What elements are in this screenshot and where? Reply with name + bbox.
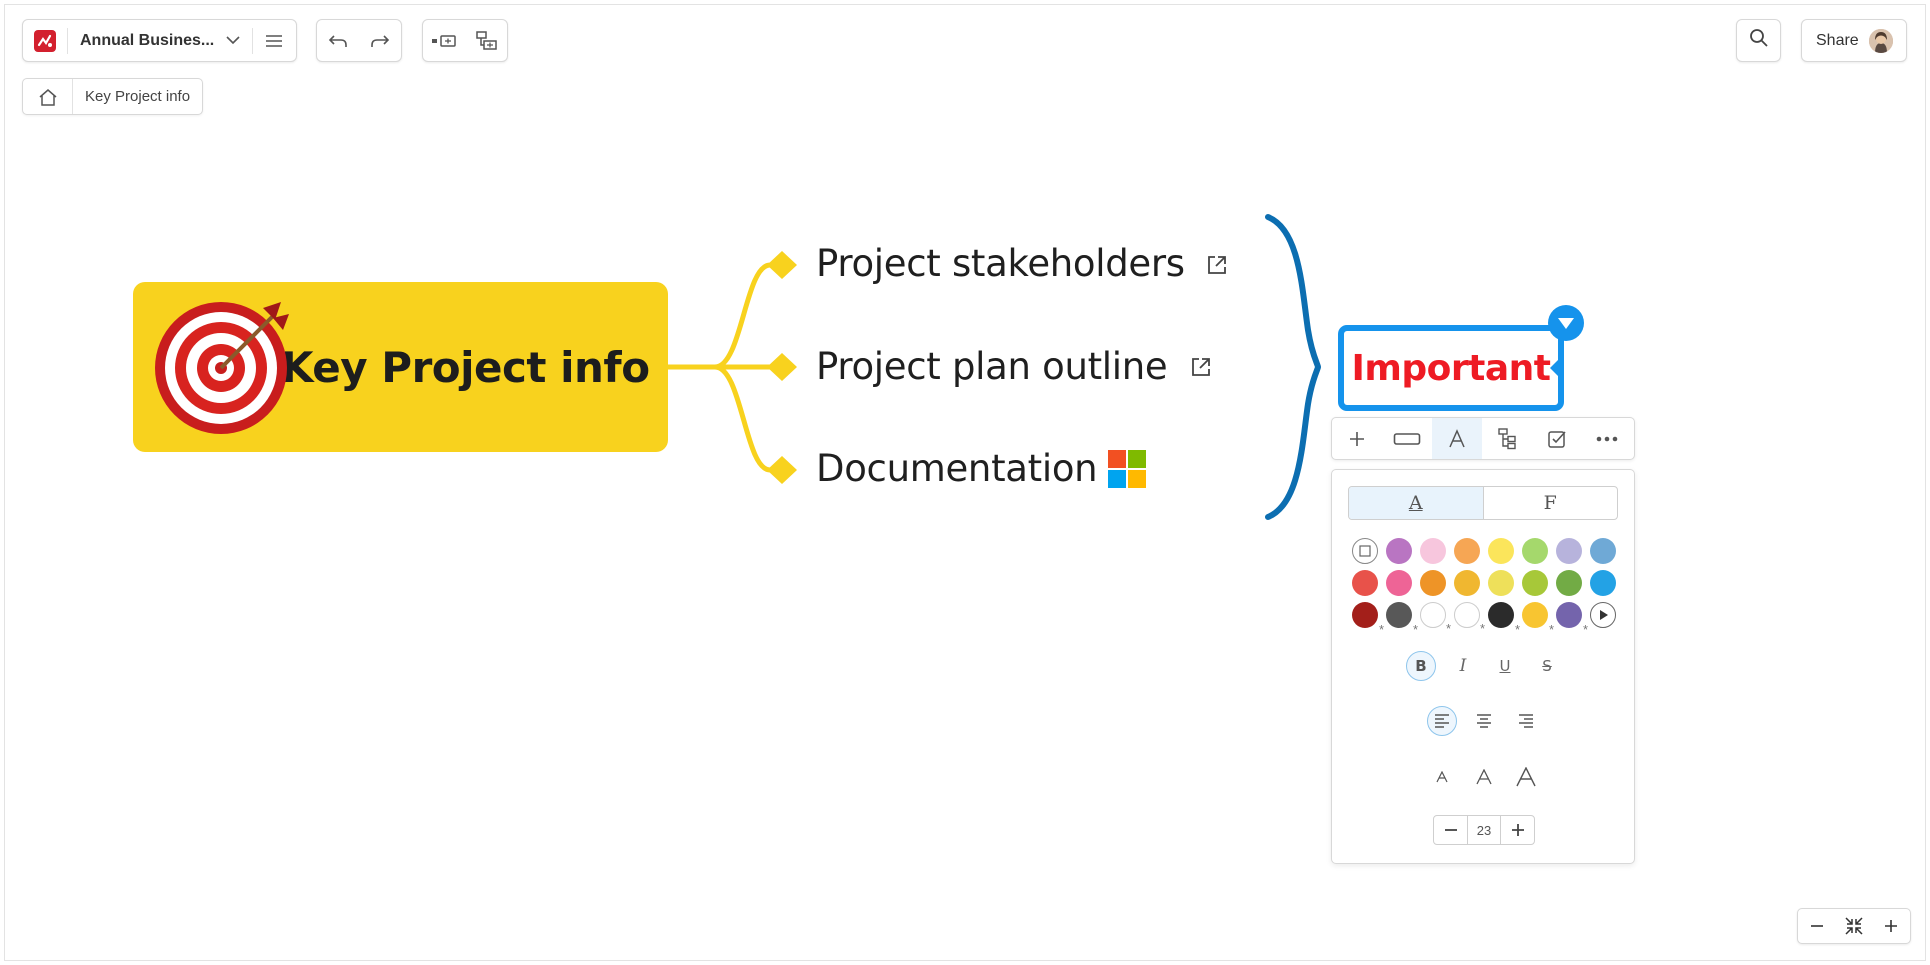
more-colors-play-icon[interactable] [1590, 602, 1616, 628]
bold-button[interactable]: B [1406, 651, 1436, 681]
color-swatch[interactable] [1590, 570, 1616, 596]
topic-toolbar [1331, 417, 1635, 460]
color-swatch[interactable] [1420, 538, 1446, 564]
color-swatch[interactable] [1454, 602, 1485, 636]
tab-fill-color[interactable]: F [1484, 487, 1618, 519]
font-size-value[interactable]: 23 [1467, 816, 1501, 844]
color-swatch[interactable] [1420, 602, 1451, 636]
text-format-panel: A F B I U S [1331, 469, 1635, 864]
tab-text-color[interactable]: A [1349, 487, 1484, 519]
align-center-icon[interactable] [1469, 706, 1499, 736]
color-swatch[interactable] [1386, 538, 1412, 564]
diamond-marker [767, 251, 797, 279]
font-size-small-icon[interactable] [1427, 762, 1457, 792]
task-checkbox-icon[interactable] [1532, 418, 1582, 459]
align-right-icon[interactable] [1511, 706, 1541, 736]
shape-icon[interactable] [1382, 418, 1432, 459]
no-color-swatch[interactable] [1352, 538, 1378, 564]
color-swatch[interactable] [1488, 570, 1514, 596]
color-swatch[interactable] [1522, 538, 1548, 564]
external-link-icon[interactable] [1190, 356, 1212, 383]
color-swatch[interactable] [1556, 538, 1582, 564]
branch-lines [665, 262, 781, 473]
external-link-icon[interactable] [1206, 254, 1228, 281]
topic-project-plan-outline[interactable]: Project plan outline [816, 345, 1168, 388]
font-size-medium-icon[interactable] [1469, 762, 1499, 792]
color-swatch[interactable] [1488, 538, 1514, 564]
central-topic[interactable]: Key Project info [133, 282, 668, 452]
fit-to-screen-icon[interactable] [1836, 909, 1872, 943]
topic-label: Project stakeholders [816, 242, 1185, 285]
italic-button[interactable]: I [1448, 651, 1478, 681]
increase-font-size-button[interactable] [1501, 816, 1534, 844]
strikethrough-button[interactable]: S [1532, 651, 1562, 681]
color-swatch[interactable] [1352, 602, 1384, 637]
format-tabs: A F [1348, 486, 1618, 520]
decrease-font-size-button[interactable] [1434, 816, 1467, 844]
color-swatch[interactable] [1522, 602, 1554, 637]
zoom-out-icon[interactable] [1799, 909, 1835, 943]
diamond-marker [767, 456, 797, 484]
topic-project-stakeholders[interactable]: Project stakeholders [816, 242, 1185, 285]
color-swatch[interactable] [1488, 602, 1520, 637]
diamond-marker [767, 353, 797, 381]
central-topic-label: Key Project info [281, 342, 650, 392]
topic-documentation[interactable]: Documentation [816, 447, 1098, 490]
color-swatch[interactable] [1522, 570, 1548, 596]
topic-label: Documentation [816, 447, 1098, 490]
topic-collapse-handle-icon[interactable] [1547, 304, 1585, 347]
color-swatch[interactable] [1386, 570, 1412, 596]
add-icon[interactable] [1332, 418, 1382, 459]
color-swatches [1352, 538, 1616, 637]
color-swatch[interactable] [1454, 570, 1480, 596]
summary-topic-label: Important [1351, 347, 1551, 389]
text-format-icon[interactable] [1432, 418, 1482, 459]
font-size-stepper: 23 [1433, 815, 1535, 845]
microsoft-logo-icon[interactable] [1108, 450, 1146, 493]
align-left-icon[interactable] [1427, 706, 1457, 736]
more-options-icon[interactable] [1582, 418, 1632, 459]
color-swatch[interactable] [1556, 570, 1582, 596]
summary-topic-important[interactable]: Important [1338, 325, 1564, 411]
font-size-presets-row [1332, 762, 1636, 792]
font-size-large-icon[interactable] [1511, 762, 1541, 792]
zoom-controls [1797, 908, 1911, 944]
underline-button[interactable]: U [1490, 651, 1520, 681]
structure-icon[interactable] [1482, 418, 1532, 459]
text-style-row: B I U S [1332, 651, 1636, 681]
summary-brace [1265, 214, 1322, 520]
topic-diamonds [767, 251, 797, 484]
topic-label: Project plan outline [816, 345, 1168, 388]
connector-handle-icon[interactable] [1548, 358, 1562, 383]
color-swatch[interactable] [1454, 538, 1480, 564]
target-icon [155, 296, 291, 441]
alignment-row [1332, 706, 1636, 736]
color-swatch[interactable] [1386, 602, 1418, 637]
color-swatch[interactable] [1556, 602, 1588, 637]
color-swatch[interactable] [1352, 570, 1378, 596]
color-swatch[interactable] [1420, 570, 1446, 596]
zoom-in-icon[interactable] [1873, 909, 1909, 943]
color-swatch[interactable] [1590, 538, 1616, 564]
